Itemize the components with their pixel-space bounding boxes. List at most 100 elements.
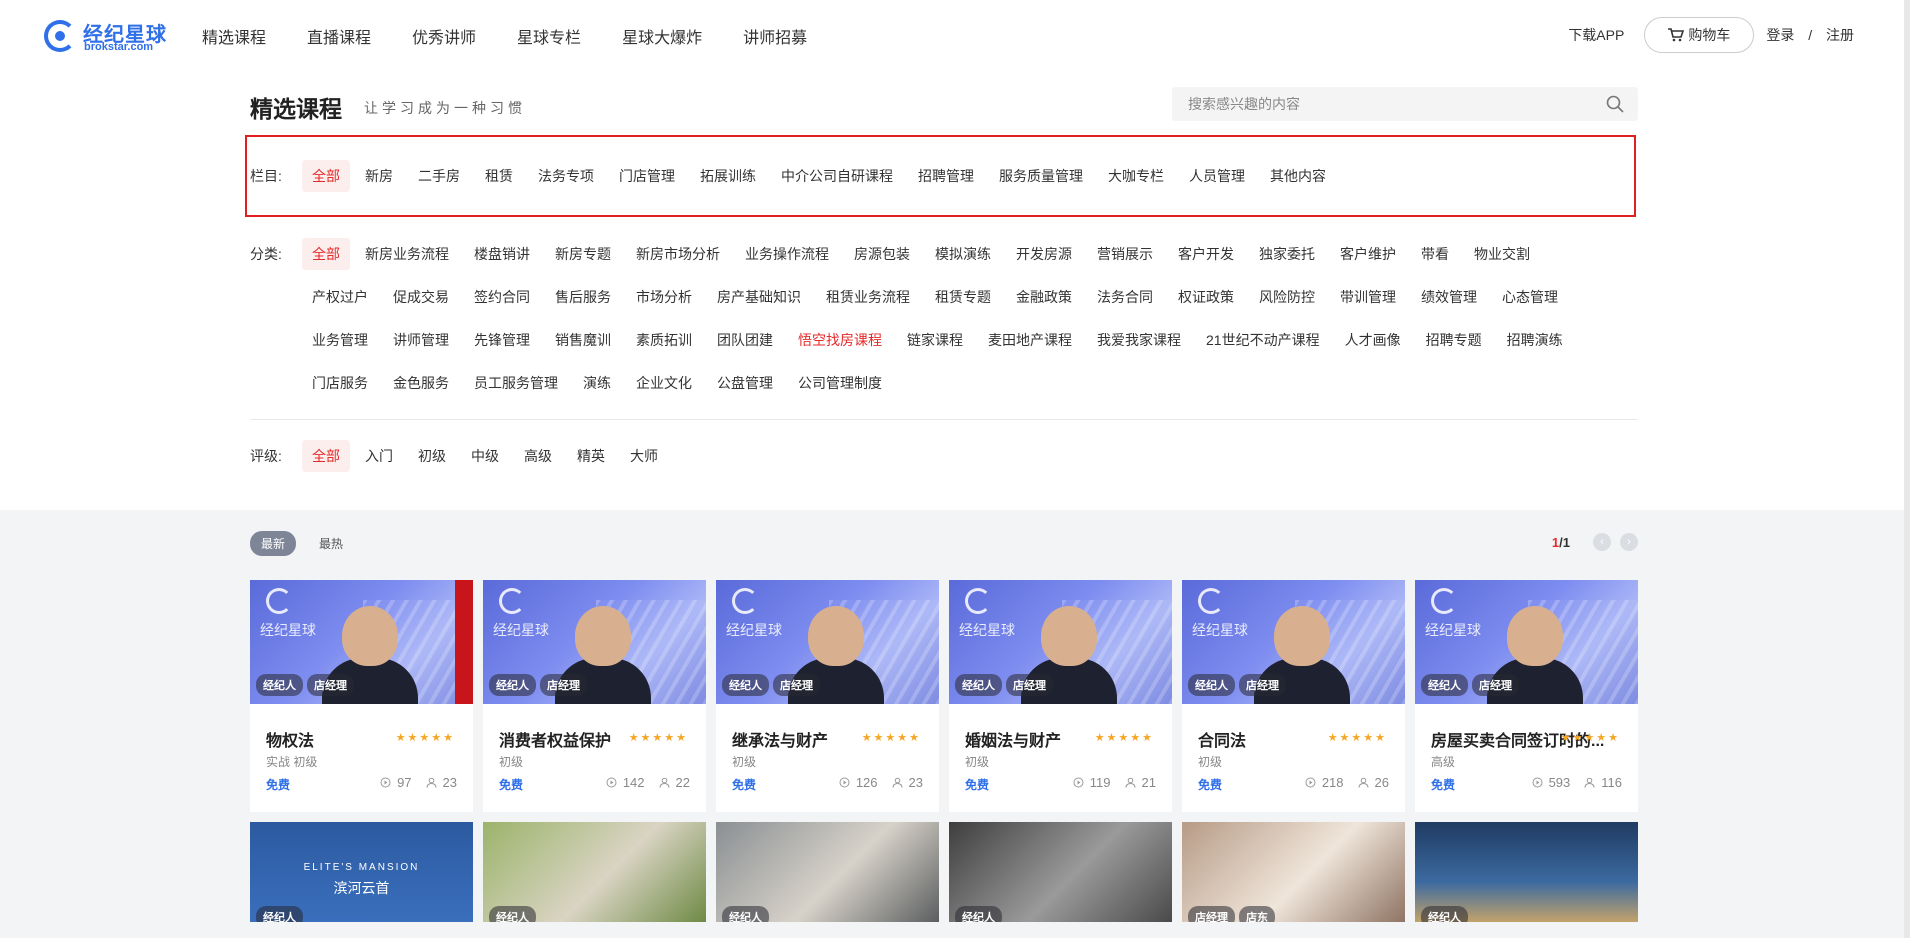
course-card[interactable]: 经纪星球 经纪人 店经理 婚姻法与财产 ★★★★★ 初级 免费 119 21 bbox=[949, 580, 1172, 812]
download-app-link[interactable]: 下载APP bbox=[1568, 25, 1624, 45]
search-icon[interactable] bbox=[1606, 95, 1624, 113]
course-card[interactable]: 经纪人 bbox=[716, 822, 939, 922]
category-tag[interactable]: 企业文化 bbox=[626, 367, 702, 399]
next-page-icon[interactable]: › bbox=[1620, 533, 1638, 551]
course-thumbnail[interactable]: 经纪人 bbox=[483, 822, 706, 922]
category-tag[interactable]: 全部 bbox=[302, 238, 350, 270]
category-tag[interactable]: 招聘专题 bbox=[1416, 324, 1492, 356]
category-tag[interactable]: 带看 bbox=[1411, 238, 1459, 270]
course-card[interactable]: ELITE'S MANSION 滨河云首 经纪人 bbox=[250, 822, 473, 922]
category-tag[interactable]: 客户维护 bbox=[1330, 238, 1406, 270]
course-thumbnail[interactable]: ELITE'S MANSION 滨河云首 经纪人 bbox=[250, 822, 473, 922]
site-logo[interactable]: 经纪星球 brokstar.com bbox=[44, 18, 166, 54]
category-tag[interactable]: 人才画像 bbox=[1335, 324, 1411, 356]
category-tag[interactable]: 楼盘销讲 bbox=[464, 238, 540, 270]
category-tag[interactable]: 房源包装 bbox=[844, 238, 920, 270]
category-tag[interactable]: 销售魔训 bbox=[545, 324, 621, 356]
course-card[interactable]: 经纪星球 经纪人 店经理 消费者权益保护 ★★★★★ 初级 免费 142 22 bbox=[483, 580, 706, 812]
category-tag[interactable]: 物业交割 bbox=[1464, 238, 1540, 270]
column-tag[interactable]: 全部 bbox=[302, 160, 350, 192]
register-link[interactable]: 注册 bbox=[1826, 27, 1854, 43]
level-tag[interactable]: 高级 bbox=[514, 440, 562, 472]
category-tag[interactable]: 租赁专题 bbox=[925, 281, 1001, 313]
nav-columns[interactable]: 星球专栏 bbox=[517, 24, 581, 48]
course-thumbnail[interactable]: 经纪星球 经纪人 店经理 bbox=[250, 580, 473, 704]
category-tag[interactable]: 权证政策 bbox=[1168, 281, 1244, 313]
course-card[interactable]: 经纪人 bbox=[949, 822, 1172, 922]
nav-lecturers[interactable]: 优秀讲师 bbox=[412, 24, 476, 48]
level-tag[interactable]: 精英 bbox=[567, 440, 615, 472]
course-card[interactable]: 经纪人 bbox=[483, 822, 706, 922]
category-tag[interactable]: 新房业务流程 bbox=[355, 238, 459, 270]
category-tag[interactable]: 独家委托 bbox=[1249, 238, 1325, 270]
category-tag[interactable]: 招聘演练 bbox=[1497, 324, 1573, 356]
course-card[interactable]: 店经理 店东 bbox=[1182, 822, 1405, 922]
nav-big-bang[interactable]: 星球大爆炸 bbox=[622, 24, 702, 48]
login-link[interactable]: 登录 bbox=[1766, 27, 1794, 43]
course-card[interactable]: 经纪星球 经纪人 店经理 合同法 ★★★★★ 初级 免费 218 26 bbox=[1182, 580, 1405, 812]
column-tag[interactable]: 法务专项 bbox=[528, 160, 604, 192]
column-tag[interactable]: 门店管理 bbox=[609, 160, 685, 192]
category-tag[interactable]: 公盘管理 bbox=[707, 367, 783, 399]
category-tag[interactable]: 客户开发 bbox=[1168, 238, 1244, 270]
category-tag[interactable]: 绩效管理 bbox=[1411, 281, 1487, 313]
level-tag[interactable]: 初级 bbox=[408, 440, 456, 472]
category-tag[interactable]: 新房专题 bbox=[545, 238, 621, 270]
category-tag[interactable]: 签约合同 bbox=[464, 281, 540, 313]
column-tag[interactable]: 其他内容 bbox=[1260, 160, 1336, 192]
course-thumbnail[interactable]: 经纪人 bbox=[716, 822, 939, 922]
course-thumbnail[interactable]: 经纪星球 经纪人 店经理 bbox=[949, 580, 1172, 704]
category-tag[interactable]: 员工服务管理 bbox=[464, 367, 568, 399]
category-tag[interactable]: 我爱我家课程 bbox=[1087, 324, 1191, 356]
category-tag[interactable]: 金色服务 bbox=[383, 367, 459, 399]
level-tag[interactable]: 大师 bbox=[620, 440, 668, 472]
course-thumbnail[interactable]: 经纪人 bbox=[949, 822, 1172, 922]
sort-latest[interactable]: 最新 bbox=[250, 531, 297, 556]
category-tag[interactable]: 21世纪不动产课程 bbox=[1196, 324, 1330, 356]
category-tag[interactable]: 公司管理制度 bbox=[788, 367, 892, 399]
nav-recruit-lecturers[interactable]: 讲师招募 bbox=[743, 24, 807, 48]
category-tag[interactable]: 金融政策 bbox=[1006, 281, 1082, 313]
course-thumbnail[interactable]: 店经理 店东 bbox=[1182, 822, 1405, 922]
column-tag[interactable]: 拓展训练 bbox=[690, 160, 766, 192]
course-card[interactable]: 经纪人 bbox=[1415, 822, 1638, 922]
course-card[interactable]: 经纪星球 经纪人 店经理 物权法 ★★★★★ 实战 初级 免费 97 23 bbox=[250, 580, 473, 812]
course-card[interactable]: 经纪星球 经纪人 店经理 房屋买卖合同签订时的... ★★★★★ 高级 免费 5… bbox=[1415, 580, 1638, 812]
column-tag[interactable]: 二手房 bbox=[408, 160, 470, 192]
category-tag[interactable]: 悟空找房课程 bbox=[788, 324, 892, 356]
course-thumbnail[interactable]: 经纪星球 经纪人 店经理 bbox=[483, 580, 706, 704]
level-tag[interactable]: 入门 bbox=[355, 440, 403, 472]
category-tag[interactable]: 链家课程 bbox=[897, 324, 973, 356]
page-scrollbar[interactable] bbox=[1904, 0, 1910, 938]
sort-hottest[interactable]: 最热 bbox=[308, 531, 354, 556]
category-tag[interactable]: 团队团建 bbox=[707, 324, 783, 356]
column-tag[interactable]: 新房 bbox=[355, 160, 403, 192]
course-thumbnail[interactable]: 经纪星球 经纪人 店经理 bbox=[1182, 580, 1405, 704]
course-thumbnail[interactable]: 经纪星球 经纪人 店经理 bbox=[1415, 580, 1638, 704]
category-tag[interactable]: 心态管理 bbox=[1492, 281, 1568, 313]
category-tag[interactable]: 法务合同 bbox=[1087, 281, 1163, 313]
nav-live-courses[interactable]: 直播课程 bbox=[307, 24, 371, 48]
category-tag[interactable]: 演练 bbox=[573, 367, 621, 399]
column-tag[interactable]: 人员管理 bbox=[1179, 160, 1255, 192]
prev-page-icon[interactable]: ‹ bbox=[1593, 533, 1611, 551]
category-tag[interactable]: 素质拓训 bbox=[626, 324, 702, 356]
category-tag[interactable]: 讲师管理 bbox=[383, 324, 459, 356]
category-tag[interactable]: 模拟演练 bbox=[925, 238, 1001, 270]
column-tag[interactable]: 租赁 bbox=[475, 160, 523, 192]
level-tag[interactable]: 全部 bbox=[302, 440, 350, 472]
category-tag[interactable]: 业务管理 bbox=[302, 324, 378, 356]
level-tag[interactable]: 中级 bbox=[461, 440, 509, 472]
category-tag[interactable]: 促成交易 bbox=[383, 281, 459, 313]
category-tag[interactable]: 租赁业务流程 bbox=[816, 281, 920, 313]
column-tag[interactable]: 大咖专栏 bbox=[1098, 160, 1174, 192]
column-tag[interactable]: 中介公司自研课程 bbox=[771, 160, 903, 192]
category-tag[interactable]: 售后服务 bbox=[545, 281, 621, 313]
column-tag[interactable]: 服务质量管理 bbox=[989, 160, 1093, 192]
category-tag[interactable]: 业务操作流程 bbox=[735, 238, 839, 270]
category-tag[interactable]: 门店服务 bbox=[302, 367, 378, 399]
category-tag[interactable]: 新房市场分析 bbox=[626, 238, 730, 270]
nav-featured-courses[interactable]: 精选课程 bbox=[202, 24, 266, 48]
course-thumbnail[interactable]: 经纪人 bbox=[1415, 822, 1638, 922]
category-tag[interactable]: 市场分析 bbox=[626, 281, 702, 313]
